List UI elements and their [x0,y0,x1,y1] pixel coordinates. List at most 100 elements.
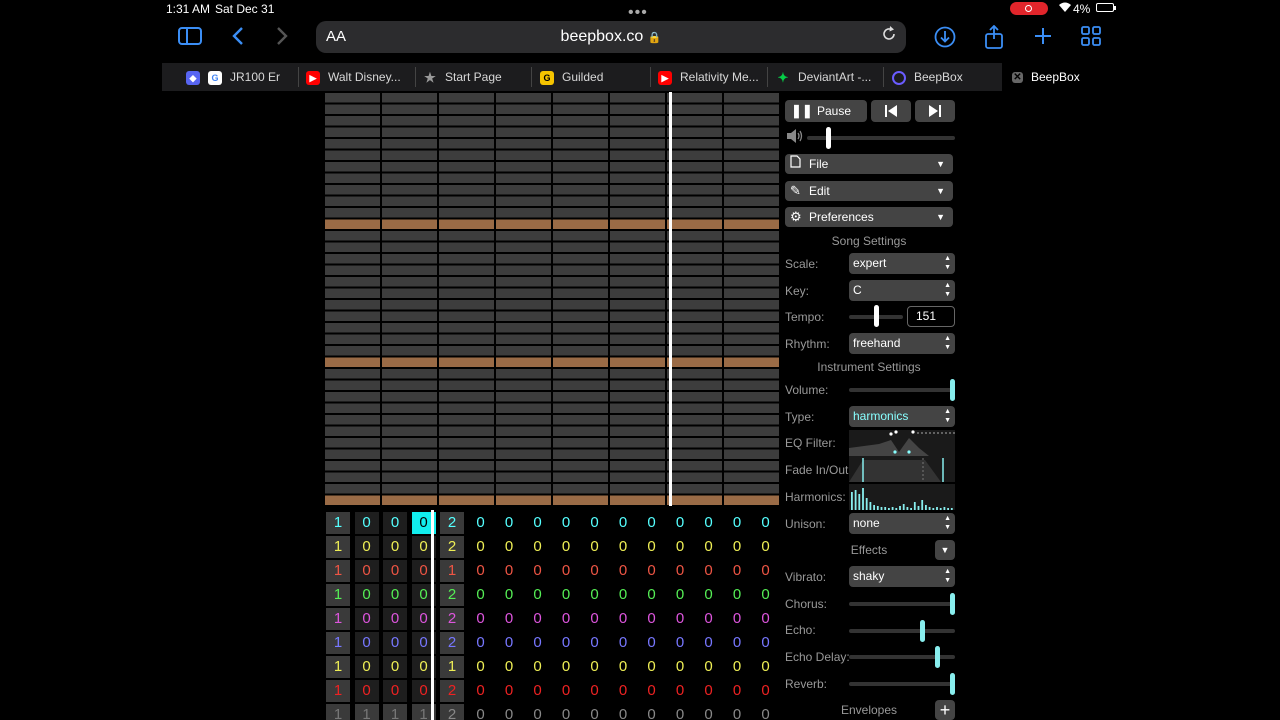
grid-cell[interactable] [553,173,608,184]
type-select[interactable]: harmonics ▲ ▼ [849,406,955,427]
grid-cell[interactable] [382,346,437,356]
grid-cell[interactable] [553,438,608,448]
grid-cell[interactable] [724,150,779,161]
pattern-cell[interactable]: 0 [497,704,521,720]
grid-cell-tonic[interactable] [553,495,608,506]
grid-cell[interactable] [553,426,608,437]
grid-cell[interactable] [382,334,437,345]
grid-cell[interactable] [325,104,380,115]
grid-cell[interactable] [724,265,779,276]
pattern-cell[interactable]: 0 [611,680,635,702]
grid-cell[interactable] [382,426,437,437]
pattern-cell[interactable]: 0 [526,584,550,606]
grid-cell-tonic[interactable] [553,357,608,368]
harmonic-bar[interactable] [873,505,875,510]
pattern-cell[interactable]: 0 [526,512,550,534]
tab-3[interactable]: G Guilded [540,63,650,91]
grid-cell[interactable] [724,334,779,345]
master-volume-slider[interactable] [825,127,831,149]
pattern-cell[interactable]: 0 [554,608,578,630]
grid-cell[interactable] [439,162,494,172]
grid-cell[interactable] [724,380,779,391]
grid-cell[interactable] [610,449,665,460]
grid-cell[interactable] [496,300,551,310]
grid-cell[interactable] [553,208,608,218]
grid-cell[interactable] [553,415,608,425]
pattern-cell[interactable]: 0 [469,704,493,720]
pattern-cell[interactable]: 1 [440,656,464,678]
grid-cell[interactable] [439,369,494,379]
grid-cell[interactable] [382,254,437,264]
grid-cell[interactable] [382,231,437,241]
grid-cell[interactable] [439,288,494,299]
pattern-cell[interactable]: 1 [326,512,350,534]
grid-cell[interactable] [724,346,779,356]
grid-cell[interactable] [439,93,494,103]
grid-cell[interactable] [553,323,608,333]
pattern-cell[interactable]: 0 [725,704,749,720]
prev-bar-button[interactable] [871,100,911,122]
grid-cell[interactable] [496,196,551,207]
grid-cell[interactable] [667,449,722,460]
pattern-cell[interactable]: 0 [554,656,578,678]
grid-cell-tonic[interactable] [325,357,380,368]
grid-cell[interactable] [724,403,779,414]
preferences-menu[interactable]: ⚙ Preferences ▼ [785,207,953,227]
add-envelope-button[interactable]: + [935,700,955,720]
grid-cell[interactable] [610,127,665,138]
pattern-cell[interactable]: 0 [725,632,749,654]
eq-filter-graph[interactable] [849,430,955,456]
grid-cell[interactable] [553,254,608,264]
chorus-track[interactable] [849,602,955,606]
pattern-cell[interactable]: 0 [383,512,407,534]
grid-cell[interactable] [667,346,722,356]
grid-cell[interactable] [610,346,665,356]
pattern-cell[interactable]: 2 [440,704,464,720]
pattern-cell[interactable]: 0 [497,680,521,702]
grid-cell[interactable] [325,231,380,241]
grid-cell[interactable] [325,472,380,483]
grid-cell[interactable] [610,380,665,391]
harmonic-bar[interactable] [869,502,872,510]
grid-cell[interactable] [610,231,665,241]
grid-cell[interactable] [724,472,779,483]
grid-cell[interactable] [382,277,437,287]
grid-cell[interactable] [610,265,665,276]
pattern-cell[interactable]: 0 [554,536,578,558]
grid-cell[interactable] [553,334,608,345]
grid-cell[interactable] [496,150,551,161]
grid-cell-tonic[interactable] [382,357,437,368]
tab-1[interactable]: ▶ Walt Disney... [306,63,406,91]
grid-cell[interactable] [724,277,779,287]
grid-cell[interactable] [496,173,551,184]
harmonic-bar[interactable] [913,502,916,510]
grid-cell[interactable] [553,380,608,391]
pattern-cell[interactable]: 0 [583,584,607,606]
grid-cell[interactable] [724,231,779,241]
pattern-cell[interactable]: 2 [440,536,464,558]
share-icon[interactable] [984,24,1004,55]
grid-cell[interactable] [325,288,380,299]
grid-cell[interactable] [325,426,380,437]
grid-cell[interactable] [724,173,779,184]
pattern-cell[interactable]: 0 [697,680,721,702]
grid-cell[interactable] [553,196,608,207]
pattern-cell[interactable]: 0 [754,608,778,630]
grid-cell-tonic[interactable] [667,495,722,506]
grid-cell[interactable] [610,288,665,299]
grid-cell[interactable] [439,426,494,437]
chorus-slider[interactable] [950,593,955,615]
pattern-cell[interactable]: 0 [725,536,749,558]
pattern-cell[interactable]: 2 [440,680,464,702]
grid-cell[interactable] [667,392,722,402]
pattern-cell[interactable]: 1 [326,584,350,606]
grid-cell[interactable] [667,104,722,115]
grid-cell[interactable] [667,196,722,207]
grid-cell[interactable] [382,139,437,149]
grid-cell[interactable] [439,346,494,356]
harmonic-bar[interactable] [895,508,898,510]
pattern-cell[interactable]: 0 [668,560,692,582]
pattern-cell[interactable]: 0 [754,560,778,582]
grid-cell[interactable] [667,208,722,218]
grid-cell[interactable] [667,403,722,414]
